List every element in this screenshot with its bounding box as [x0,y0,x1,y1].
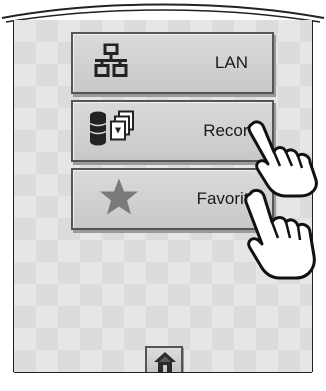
home-button[interactable] [145,346,183,372]
database-record-icon [89,110,137,153]
lan-button[interactable]: LAN [71,32,274,94]
star-icon [99,178,139,221]
network-icon [93,43,129,83]
device-frame: LAN Record Favorite [0,0,326,391]
lan-label: LAN [214,53,248,72]
pointing-hand-icon [244,188,316,280]
